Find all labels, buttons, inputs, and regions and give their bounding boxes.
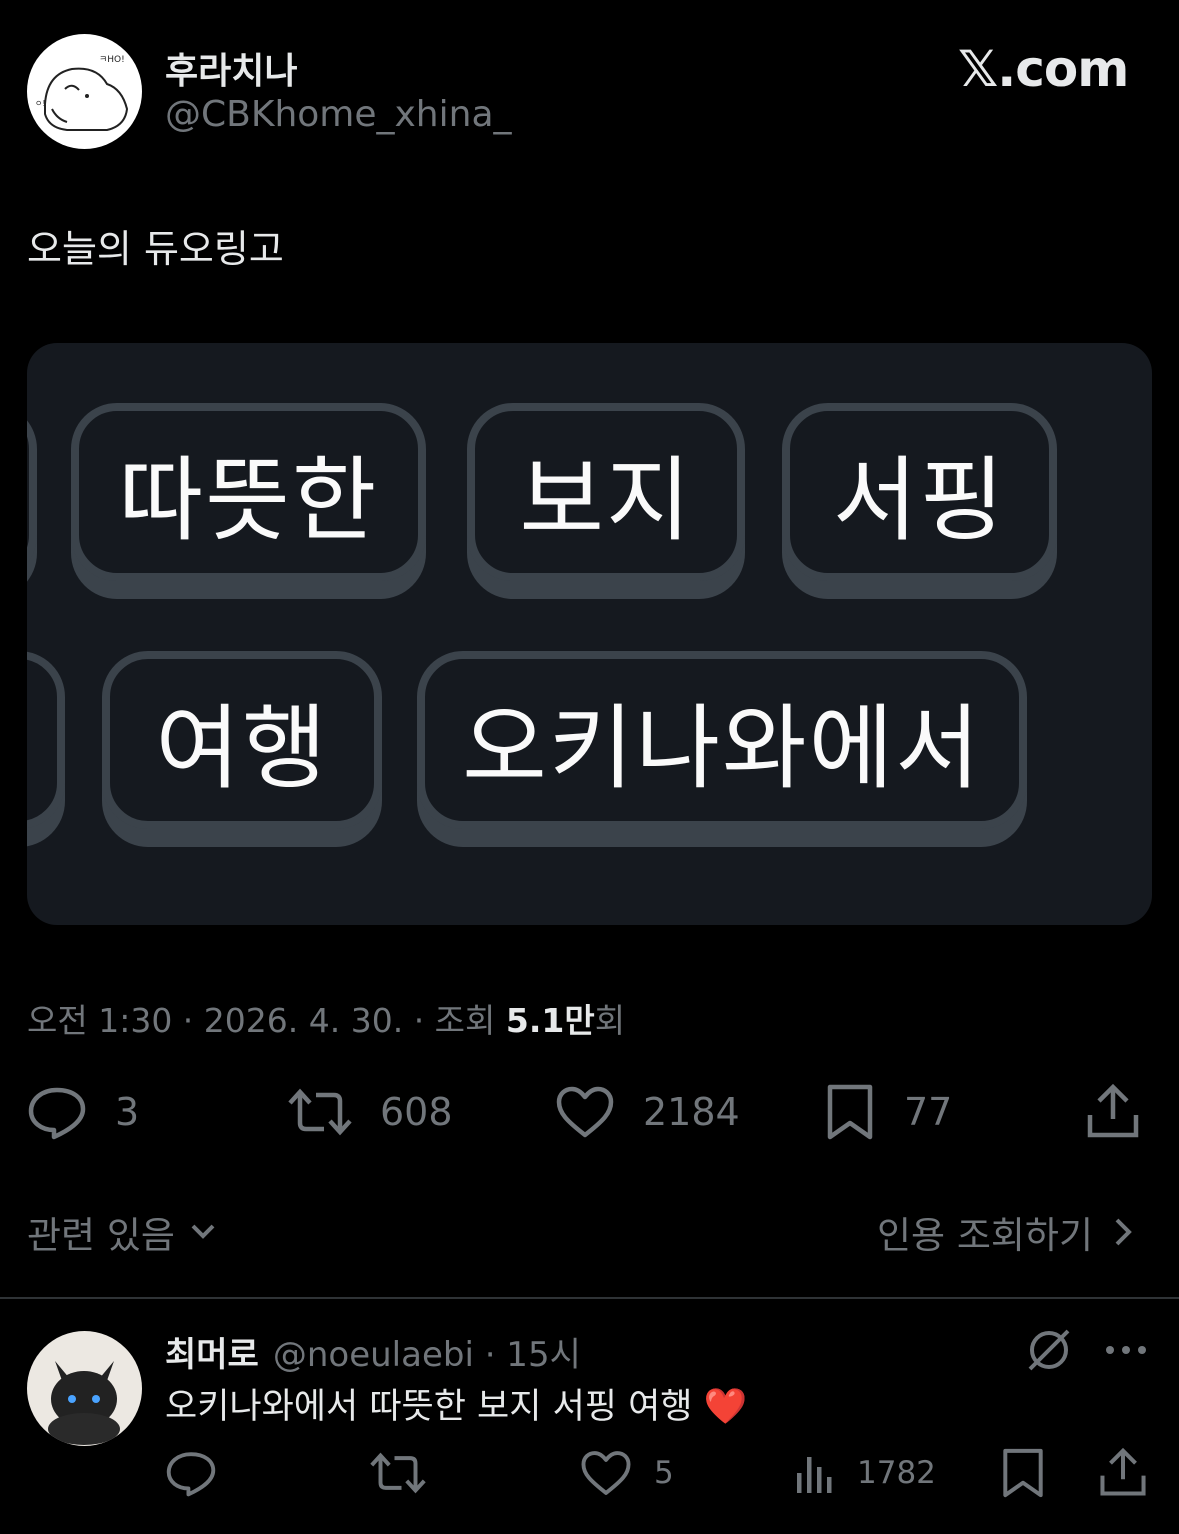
quotes-label: 인용 조회하기	[876, 1214, 1093, 1257]
reply-view-count: 1782	[857, 1455, 936, 1491]
retweet-button[interactable]: 608	[288, 1082, 453, 1142]
like-button[interactable]: 2184	[555, 1082, 740, 1142]
view-quotes-link[interactable]: 인용 조회하기	[877, 1205, 1139, 1259]
chevron-right-icon	[1115, 1218, 1132, 1246]
heart-icon	[581, 1451, 631, 1495]
reply-like-button[interactable]: 5	[580, 1447, 674, 1499]
author-handle[interactable]: @CBKhome_xhina_	[165, 94, 512, 135]
divider	[0, 1297, 1179, 1299]
retweet-count: 608	[380, 1090, 453, 1134]
svg-text:ㅋHO!: ㅋHO!	[99, 55, 125, 65]
bookmark-icon	[827, 1084, 873, 1140]
word-key-partial	[27, 651, 65, 829]
word-key: 서핑	[782, 403, 1057, 581]
view-count: 5.1만	[505, 1001, 595, 1040]
word-key-partial	[27, 403, 37, 581]
analytics-icon	[797, 1457, 832, 1493]
svg-text:ㅇ!: ㅇ!	[35, 99, 46, 108]
reply-count: 3	[115, 1090, 140, 1134]
author-avatar[interactable]: ㅋHO! ㅇ!	[27, 34, 142, 149]
tweet-text: 오늘의 듀오링고	[27, 227, 284, 271]
retweet-icon	[370, 1452, 426, 1494]
related-toggle[interactable]: 관련 있음	[27, 1205, 221, 1259]
reply-share-button[interactable]	[1098, 1447, 1148, 1499]
bookmark-button[interactable]: 77	[824, 1082, 952, 1142]
x-logo: 𝕏.com	[958, 40, 1129, 98]
tweet-meta: 오전 1:30 · 2026. 4. 30. · 조회 5.1만회	[27, 994, 625, 1042]
share-icon	[1100, 1447, 1146, 1496]
author-display-name[interactable]: 후라치나	[165, 42, 297, 94]
reply-bookmark-button[interactable]	[1000, 1447, 1046, 1499]
reply-reply-button[interactable]	[165, 1447, 217, 1499]
reply-display-name[interactable]: 최머로	[165, 1335, 259, 1375]
bookmark-icon	[1003, 1448, 1043, 1498]
like-count: 2184	[643, 1090, 740, 1134]
reply-icon	[28, 1087, 86, 1140]
grok-button[interactable]	[1024, 1325, 1074, 1379]
more-options-button[interactable]	[1102, 1335, 1150, 1369]
reply-avatar[interactable]	[27, 1331, 142, 1446]
view-suffix: 회	[594, 1001, 626, 1040]
reply-button[interactable]: 3	[27, 1082, 139, 1142]
chevron-down-icon	[191, 1224, 215, 1239]
word-key: 오키나와에서	[417, 651, 1027, 829]
word-key: 여행	[102, 651, 382, 829]
more-icon	[1106, 1346, 1146, 1354]
reply-handle-time[interactable]: @noeulaebi · 15시	[273, 1335, 581, 1375]
share-button[interactable]	[1085, 1082, 1141, 1142]
retweet-icon	[288, 1088, 352, 1136]
reply-text: 오키나와에서 따뜻한 보지 서핑 여행 ❤️	[165, 1387, 748, 1427]
reply-header: 최머로 @noeulaebi · 15시	[165, 1327, 581, 1376]
reply-retweet-button[interactable]	[370, 1447, 426, 1499]
word-key: 따뜻한	[71, 403, 426, 581]
reply-like-count: 5	[654, 1455, 674, 1491]
bookmark-count: 77	[904, 1090, 953, 1134]
reply-icon	[166, 1452, 216, 1497]
tweet-image[interactable]: 따뜻한 보지 서핑 여행 오키나와에서	[27, 343, 1152, 925]
grok-icon	[1028, 1329, 1070, 1371]
word-key: 보지	[467, 403, 745, 581]
tweet-time: 오전 1:30 · 2026. 4. 30. · 조회	[27, 1001, 506, 1040]
share-icon	[1087, 1083, 1139, 1138]
reply-views-button[interactable]: 1782	[795, 1447, 936, 1499]
heart-icon	[556, 1086, 614, 1138]
related-label: 관련 있음	[27, 1214, 175, 1257]
